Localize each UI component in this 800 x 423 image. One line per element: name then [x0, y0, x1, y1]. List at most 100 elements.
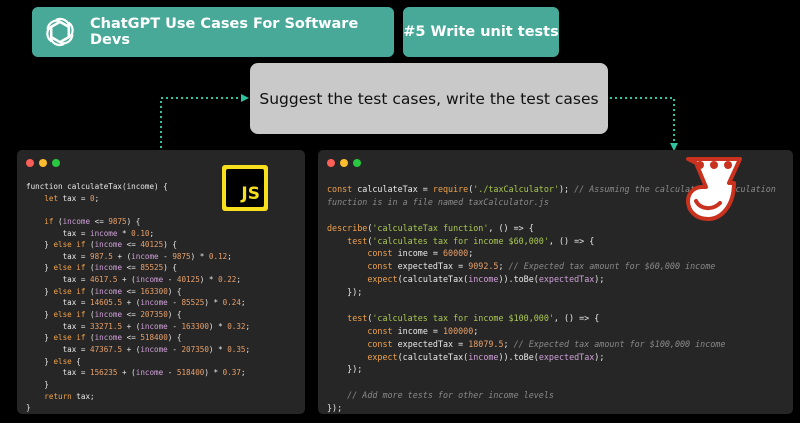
- code-line: tax = income * 0.10;: [26, 228, 250, 240]
- code-token: income: [468, 351, 499, 362]
- code-token: const: [327, 184, 353, 194]
- javascript-logo-icon: JS: [222, 165, 268, 211]
- code-token: 9875: [172, 251, 191, 261]
- code-token: 'calculateTax function': [372, 222, 489, 233]
- code-line: tax = 987.5 + (income - 9875) * 0.12;: [26, 251, 250, 263]
- code-token: ;: [503, 338, 514, 349]
- code-token: ;: [94, 193, 100, 203]
- code-token: + (: [122, 344, 141, 354]
- code-token: <=: [122, 240, 141, 250]
- code-line: }: [26, 402, 250, 414]
- code-token: <=: [122, 310, 141, 320]
- code-token: -: [158, 251, 173, 261]
- code-token: (: [85, 263, 95, 273]
- code-token: income: [94, 286, 123, 296]
- code-line: function calculateTax(income) {: [26, 181, 250, 193]
- code-token: 0.22: [218, 275, 237, 285]
- code-line: } else if (income <= 207350) {: [26, 309, 250, 321]
- code-token: const: [367, 338, 393, 349]
- code-token: else if: [53, 333, 86, 343]
- code-token: 518400: [176, 368, 205, 378]
- code-token: <=: [122, 263, 141, 273]
- code-token: 'calculates tax for income $60,000': [372, 235, 549, 246]
- code-token: tax =: [26, 368, 91, 378]
- window-controls: [26, 159, 60, 167]
- code-token: 18079.5: [468, 338, 504, 349]
- code-token: ;: [149, 228, 155, 238]
- code-token: }: [26, 333, 54, 343]
- code-token: income: [94, 240, 123, 250]
- code-token: 33271.5: [90, 321, 123, 331]
- code-token: ) *: [208, 344, 228, 354]
- code-token: expectedTax =: [392, 338, 469, 349]
- code-token: 207350: [140, 310, 168, 320]
- code-token: 85525: [181, 298, 205, 308]
- code-token: 163300: [181, 321, 209, 331]
- code-token: ;: [498, 261, 509, 272]
- code-token: <=: [122, 286, 141, 296]
- code-token: 0.32: [227, 321, 246, 331]
- code-token: income =: [392, 248, 443, 259]
- code-line: } else if (income <= 40125) {: [26, 239, 250, 251]
- code-token: income: [62, 216, 91, 226]
- code-token: tax =: [26, 275, 91, 285]
- code-line: tax = 156235 + (income - 518400) * 0.37;: [26, 367, 250, 379]
- code-token: const: [367, 248, 393, 259]
- code-token: else if: [53, 310, 86, 320]
- code-token: 60000: [442, 248, 469, 259]
- code-token: (: [85, 310, 95, 320]
- code-token: ) {: [167, 333, 182, 343]
- code-token: , () => {: [488, 222, 534, 233]
- code-token: income: [140, 321, 168, 331]
- code-token: -: [163, 368, 177, 378]
- right-connector-line: [610, 97, 675, 144]
- code-line: return tax;: [26, 391, 250, 403]
- code-token: ;: [245, 344, 251, 354]
- code-token: 40125: [140, 240, 164, 250]
- code-token: (: [85, 240, 95, 250]
- code-token: );: [594, 351, 605, 362]
- code-token: -: [167, 321, 182, 331]
- left-connector-line: [160, 97, 242, 148]
- code-token: }: [26, 356, 54, 366]
- code-token: function calculateTax(income) {: [26, 182, 168, 191]
- code-token: , () => {: [548, 235, 595, 246]
- code-line: }: [26, 379, 250, 391]
- code-line: const expectedTax = 9092.5; // Expected …: [327, 260, 776, 273]
- code-token: // Expected tax amount for $60,000 incom…: [508, 261, 716, 272]
- code-token: }: [26, 263, 54, 273]
- code-token: income: [94, 333, 123, 343]
- code-token: income: [140, 344, 168, 354]
- code-token: + (: [117, 368, 136, 378]
- code-token: {: [71, 356, 81, 366]
- code-line: tax = 4617.5 + (income - 40125) * 0.22;: [26, 274, 250, 286]
- code-token: income =: [392, 325, 443, 336]
- code-token: tax;: [71, 391, 95, 401]
- code-token: tax =: [26, 228, 91, 238]
- code-token: 14605.5: [90, 298, 123, 308]
- code-token: ;: [240, 298, 246, 308]
- code-token: (calculateTax(: [397, 351, 469, 362]
- code-line: const income = 60000;: [327, 247, 776, 260]
- code-token: income: [135, 368, 164, 378]
- code-token: );: [558, 184, 575, 194]
- code-token: ) *: [190, 251, 209, 261]
- code-line: });: [327, 402, 776, 415]
- code-token: (: [85, 333, 95, 343]
- code-token: }: [26, 286, 54, 296]
- code-token: 9875: [108, 216, 127, 226]
- code-line: });: [327, 286, 776, 299]
- code-token: test: [347, 235, 368, 246]
- code-token: tax =: [26, 251, 91, 261]
- code-line: [26, 204, 250, 216]
- code-line: tax = 14605.5 + (income - 85525) * 0.24;: [26, 297, 250, 309]
- code-token: });: [327, 287, 363, 298]
- code-token: }: [26, 240, 54, 250]
- code-token: 207350: [181, 344, 209, 354]
- code-line: } else if (income <= 85525) {: [26, 262, 250, 274]
- code-token: )).toBe(: [498, 274, 539, 285]
